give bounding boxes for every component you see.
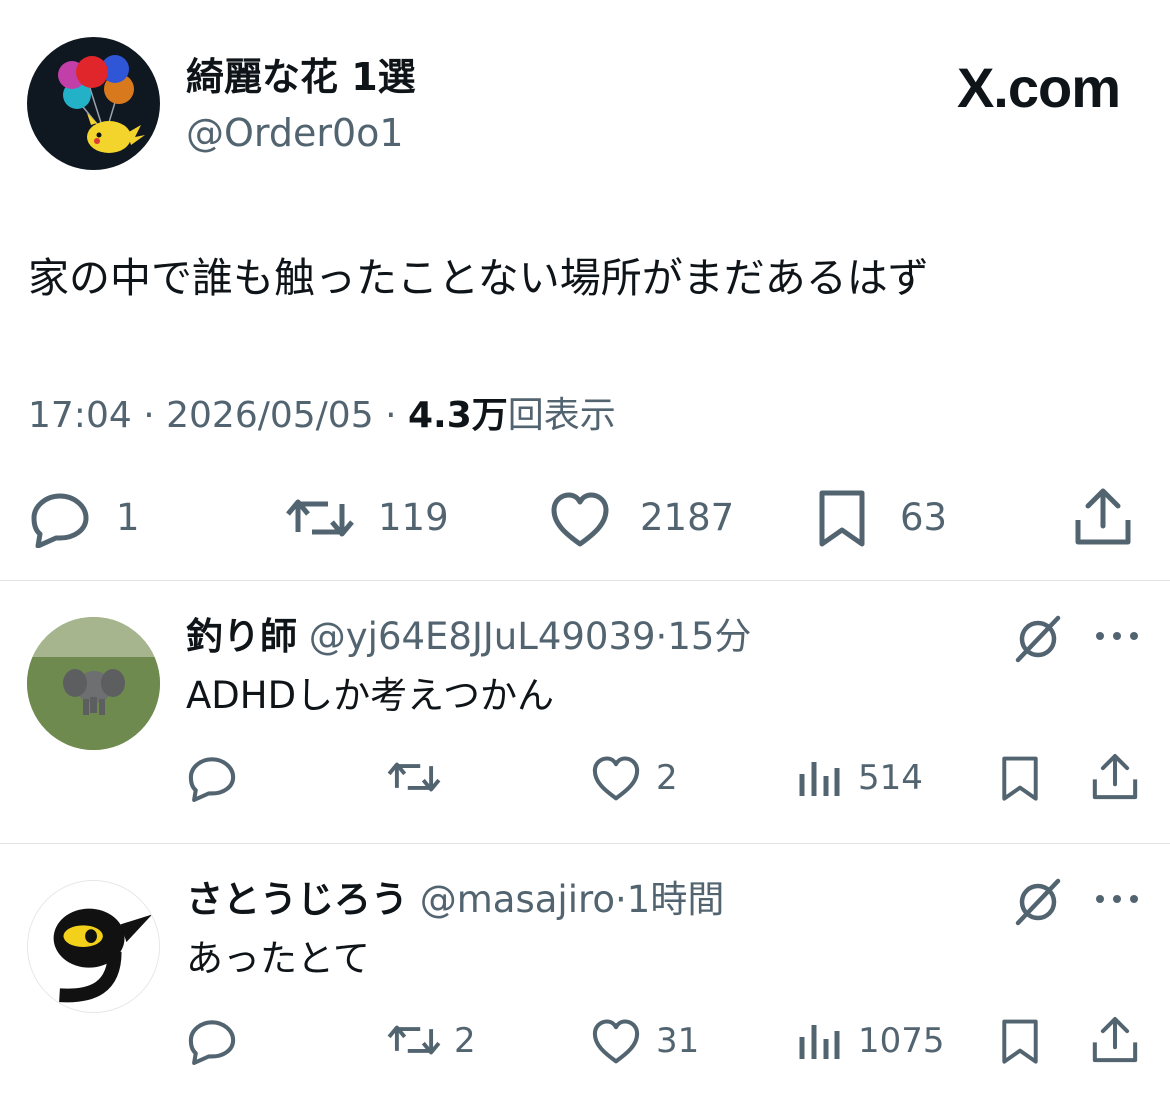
reply-time[interactable]: 1時間 [627, 878, 725, 921]
reply-avatar[interactable] [27, 617, 160, 750]
meta-separator: · [143, 395, 155, 436]
tweet-action-bar: 1 119 2187 63 [0, 480, 1170, 560]
reply-author-handle[interactable]: @yj64E8JJuL49039 [309, 615, 656, 658]
reply-action-bar: 2 31 1075 [0, 1015, 1170, 1071]
meta-separator: · [385, 395, 397, 436]
bookmark-icon[interactable] [998, 754, 1042, 804]
meta-separator: · [655, 615, 668, 658]
share-upload-icon[interactable] [1072, 486, 1134, 548]
repost-count: 2 [454, 1021, 476, 1061]
ellipsis-icon[interactable] [1094, 628, 1140, 644]
bookmark-icon[interactable] [814, 488, 870, 550]
speech-bubble-icon[interactable] [28, 490, 92, 548]
tweet-time[interactable]: 17:04 [28, 395, 132, 436]
heart-icon[interactable] [590, 1017, 642, 1065]
reply-author-handle[interactable]: @masajiro [420, 878, 615, 921]
views-count: 514 [858, 758, 923, 798]
bookmark-count: 63 [900, 496, 948, 539]
bookmark-icon[interactable] [998, 1017, 1042, 1067]
repost-arrows-icon[interactable] [386, 756, 442, 798]
heart-icon[interactable] [548, 490, 612, 548]
author-avatar[interactable] [27, 37, 160, 170]
reply-author-name[interactable]: 釣り師 [186, 615, 297, 658]
ellipsis-icon[interactable] [1094, 891, 1140, 907]
like-count: 2187 [640, 496, 735, 539]
repost-count: 119 [378, 496, 449, 539]
heart-icon[interactable] [590, 754, 642, 802]
divider [0, 843, 1170, 844]
speech-bubble-icon[interactable] [186, 1017, 238, 1065]
author-name[interactable]: 綺麗な花 1選 [186, 54, 416, 100]
bar-chart-icon[interactable] [798, 758, 840, 798]
views-count: 1075 [858, 1021, 945, 1061]
like-count: 2 [656, 758, 678, 798]
share-upload-icon[interactable] [1090, 752, 1140, 802]
reply-header: 釣り師 @yj64E8JJuL49039·15分 [186, 614, 751, 660]
views-label: 回表示 [507, 395, 616, 436]
x-logo: X.com [956, 56, 1121, 120]
reply-author-name[interactable]: さとうじろう [186, 878, 408, 921]
like-count: 31 [656, 1021, 700, 1061]
divider [0, 580, 1170, 581]
reply-avatar[interactable] [27, 880, 160, 1013]
author-handle[interactable]: @Order0o1 [186, 110, 404, 156]
tweet-text: 家の中で誰も触ったことない場所がまだあるはず [28, 254, 929, 302]
brand-logo-text: X.com [956, 56, 1121, 119]
reply-header: さとうじろう @masajiro·1時間 [186, 877, 724, 923]
reply-time[interactable]: 15分 [667, 615, 751, 658]
reply-count: 1 [116, 496, 140, 539]
grok-slash-icon[interactable] [1012, 877, 1064, 927]
bar-chart-icon[interactable] [798, 1021, 840, 1061]
tweet-date[interactable]: 2026/05/05 [166, 395, 374, 436]
reply-action-bar: 2 514 [0, 752, 1170, 808]
meta-separator: · [615, 878, 627, 921]
tweet-meta: 17:04 · 2026/05/05 · 4.3万回表示 [28, 393, 616, 439]
share-upload-icon[interactable] [1090, 1015, 1140, 1065]
grok-slash-icon[interactable] [1012, 614, 1064, 664]
reply-text: ADHDしか考えつかん [186, 674, 555, 717]
reply-text: あったとて [186, 937, 370, 980]
speech-bubble-icon[interactable] [186, 754, 238, 802]
repost-arrows-icon[interactable] [386, 1019, 442, 1061]
views-count: 4.3万 [407, 395, 508, 436]
repost-arrows-icon[interactable] [284, 492, 356, 544]
